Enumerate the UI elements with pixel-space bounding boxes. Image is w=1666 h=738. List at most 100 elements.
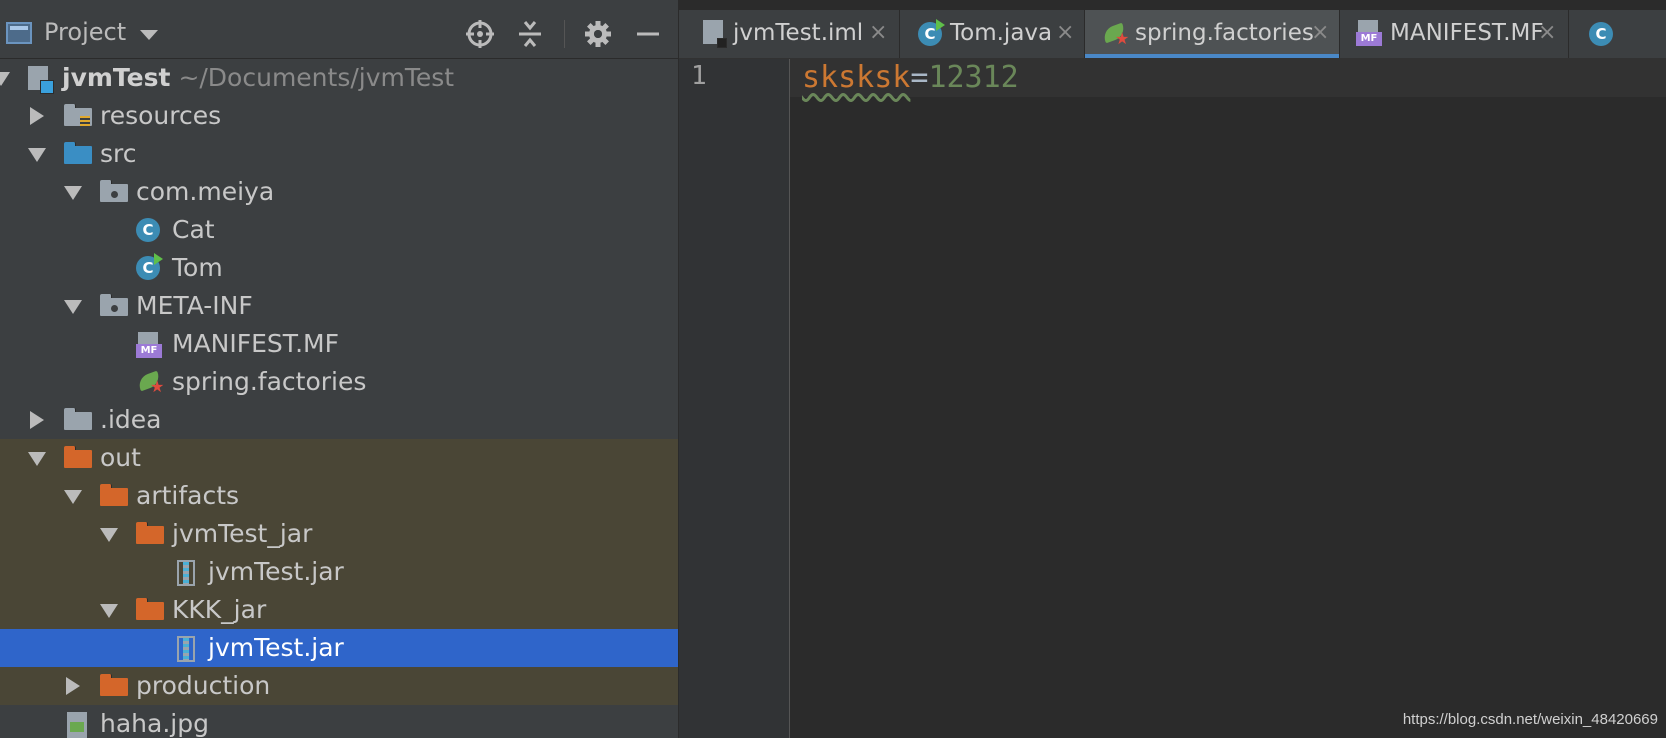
tab-label: jvmTest.iml [733,20,864,46]
excluded-folder-icon [136,522,164,546]
collapsed-arrow-icon[interactable] [66,677,80,695]
expanded-arrow-icon[interactable] [100,604,118,618]
tab-manifest-mf[interactable]: MF MANIFEST.MF × [1340,10,1569,58]
source-folder-icon [64,142,92,166]
tree-item-jvmtest-jar-folder[interactable]: jvmTest_jar [0,515,678,553]
spring-icon: ★ [1101,22,1129,48]
package-icon [100,180,128,204]
tree-item-label: KKK_jar [172,595,267,624]
close-icon[interactable]: × [1538,20,1556,45]
project-panel-header: Project [0,10,678,59]
watermark: https://blog.csdn.net/weixin_48420669 [1402,711,1658,728]
tree-item-label: spring.factories [172,367,367,396]
spring-icon: ★ [136,370,164,395]
manifest-icon: MF [136,332,162,358]
module-file-icon [701,20,727,48]
tree-item-artifacts[interactable]: artifacts [0,477,678,515]
property-separator: = [910,60,929,95]
excluded-folder-icon [100,484,128,508]
manifest-icon: MF [1356,20,1382,46]
expanded-arrow-icon[interactable] [28,148,46,162]
tree-item-label: haha.jpg [100,709,209,738]
close-icon[interactable]: × [869,20,887,45]
tree-item-label: MANIFEST.MF [172,329,339,358]
expanded-arrow-icon[interactable] [64,300,82,314]
collapsed-arrow-icon[interactable] [30,107,44,125]
tab-label: spring.factories [1135,20,1314,46]
tree-item-production[interactable]: production [0,667,678,705]
tab-label: MANIFEST.MF [1390,20,1544,46]
collapsed-arrow-icon[interactable] [30,411,44,429]
jar-icon [172,560,198,586]
tree-item-jvmtest-module[interactable]: jvmTest ~/Documents/jvmTest [0,59,678,97]
tree-item-label: artifacts [136,481,240,510]
tree-item-src[interactable]: src [0,135,678,173]
tree-item-cat[interactable]: C Cat [0,211,678,249]
expanded-arrow-icon[interactable] [64,490,82,504]
resources-folder-icon [64,104,92,128]
tree-item-com-meiya[interactable]: com.meiya [0,173,678,211]
collapse-all-icon[interactable] [514,18,546,50]
line-number: 1 [691,61,707,91]
tree-item-label: resources [100,101,222,130]
module-path: ~/Documents/jvmTest [178,63,455,92]
property-value: 12312 [928,60,1019,95]
tree-item-haha-jpg[interactable]: haha.jpg [0,705,678,738]
locate-icon[interactable] [464,18,496,50]
class-icon: C [136,218,160,242]
folder-icon [64,408,92,432]
runnable-class-icon: C [136,253,163,280]
runnable-class-icon: C [918,19,945,46]
tree-item-label: jvmTest_jar [172,519,313,548]
tab-label: Tom.java [950,20,1053,46]
line-number-gutter: 1 [679,59,790,738]
editor-tab-bar: jvmTest.iml × C Tom.java × ★ spring.fact… [679,10,1666,59]
tree-item-label: src [100,139,137,168]
tree-item-label: META-INF [136,291,253,320]
close-icon[interactable]: × [1311,20,1329,45]
project-tool-window: Project jvmTest ~/Documents/jvmTest resou… [0,0,678,738]
expanded-arrow-icon[interactable] [28,452,46,466]
expanded-arrow-icon[interactable] [100,528,118,542]
tab-tom-java[interactable]: C Tom.java × [900,10,1085,58]
chevron-down-icon[interactable] [140,30,158,40]
tab-jvmtest-iml[interactable]: jvmTest.iml × [679,10,900,58]
tree-item-label: com.meiya [136,177,275,206]
tab-overflow-class[interactable]: C [1569,10,1666,58]
tree-item-idea[interactable]: .idea [0,401,678,439]
tree-item-manifest[interactable]: MF MANIFEST.MF [0,325,678,363]
tree-item-out[interactable]: out [0,439,678,477]
excluded-folder-icon [136,598,164,622]
excluded-folder-icon [100,674,128,698]
image-file-icon [64,712,90,738]
tree-item-kkk-jvmtest-jar-selected[interactable]: jvmTest.jar [0,629,678,667]
tab-spring-factories[interactable]: ★ spring.factories × [1085,10,1340,58]
tree-item-label: .idea [100,405,162,434]
tree-item-jvmtest-jar[interactable]: jvmTest.jar [0,553,678,591]
tree-item-label: Cat [172,215,215,244]
tree-item-label: jvmTest.jar [208,633,344,662]
editor-area: jvmTest.iml × C Tom.java × ★ spring.fact… [679,0,1666,738]
property-key: sksksk [802,60,911,95]
expanded-arrow-icon[interactable] [64,186,82,200]
project-view-selector[interactable]: Project [44,18,126,46]
expanded-arrow-icon[interactable] [0,72,10,86]
tree-item-meta-inf[interactable]: META-INF [0,287,678,325]
tree-item-kkk-jar-folder[interactable]: KKK_jar [0,591,678,629]
minimize-icon[interactable] [632,18,664,50]
tree-item-label: Tom [172,253,223,282]
tree-item-spring-factories[interactable]: ★ spring.factories [0,363,678,401]
code-editor[interactable]: sksksk=12312 [790,59,1666,738]
code-line[interactable]: sksksk=12312 [802,59,1019,97]
tree-item-resources[interactable]: resources [0,97,678,135]
tree-item-label: production [136,671,271,700]
module-icon [26,66,54,94]
tree-item-label: jvmTest [62,63,171,92]
header-divider [564,20,565,48]
class-icon: C [1589,22,1613,46]
gear-icon[interactable] [582,18,614,50]
close-icon[interactable]: × [1056,20,1074,45]
tree-item-label: jvmTest.jar [208,557,344,586]
tree-item-tom[interactable]: C Tom [0,249,678,287]
excluded-folder-icon [64,446,92,470]
